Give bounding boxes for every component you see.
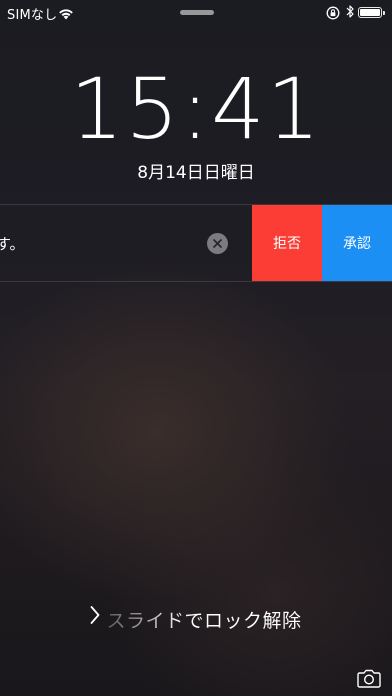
camera-icon[interactable] bbox=[357, 668, 381, 692]
slide-to-unlock[interactable]: スライドでロック解除 bbox=[0, 606, 392, 633]
status-bar: SIMなし bbox=[0, 0, 392, 26]
battery-level bbox=[360, 9, 380, 16]
lock-screen-time: 15:41 bbox=[69, 60, 323, 158]
notification-center-grabber[interactable] bbox=[180, 10, 214, 15]
deny-button-label: 拒否 bbox=[273, 236, 301, 252]
notification-row[interactable]: す。 拒否 承認 bbox=[0, 205, 392, 281]
deny-button[interactable]: 拒否 bbox=[252, 205, 322, 281]
carrier-label: SIMなし bbox=[7, 8, 58, 23]
notification-bottom-divider bbox=[0, 281, 392, 282]
chevron-right-icon bbox=[90, 605, 100, 630]
slide-to-unlock-label: スライドでロック解除 bbox=[106, 610, 302, 632]
notification-text: す。 bbox=[0, 235, 25, 253]
approve-button-label: 承認 bbox=[343, 236, 371, 252]
approve-button[interactable]: 承認 bbox=[322, 205, 392, 281]
rotation-lock-icon bbox=[326, 5, 340, 24]
wifi-icon bbox=[58, 5, 74, 24]
clear-x-icon[interactable] bbox=[207, 233, 228, 254]
battery-icon bbox=[358, 7, 385, 18]
bluetooth-icon bbox=[346, 4, 354, 23]
lock-screen-date: 8月14日日曜日 bbox=[137, 163, 255, 183]
